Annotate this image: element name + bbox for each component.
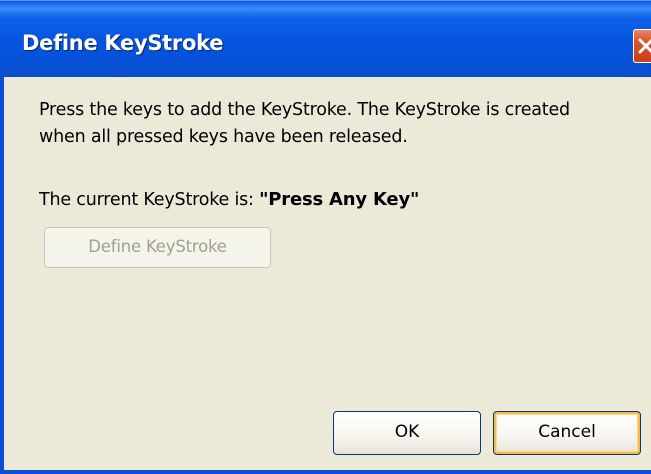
current-keystroke-line: The current KeyStroke is: "Press Any Key… bbox=[39, 189, 419, 210]
ok-button[interactable]: OK bbox=[333, 411, 481, 455]
define-keystroke-button[interactable]: Define KeyStroke bbox=[44, 227, 271, 268]
close-icon bbox=[638, 38, 651, 54]
dialog-content: Press the keys to add the KeyStroke. The… bbox=[4, 77, 651, 470]
window-title: Define KeyStroke bbox=[22, 31, 224, 55]
current-keystroke-value: "Press Any Key" bbox=[259, 189, 420, 210]
close-button[interactable] bbox=[633, 29, 651, 63]
current-keystroke-label: The current KeyStroke is: bbox=[39, 190, 260, 210]
cancel-button[interactable]: Cancel bbox=[493, 411, 641, 455]
title-bar[interactable]: Define KeyStroke bbox=[0, 0, 651, 77]
instructions-text: Press the keys to add the KeyStroke. The… bbox=[39, 100, 570, 147]
dialog-window: Define KeyStroke Press the keys to add t… bbox=[0, 0, 651, 474]
